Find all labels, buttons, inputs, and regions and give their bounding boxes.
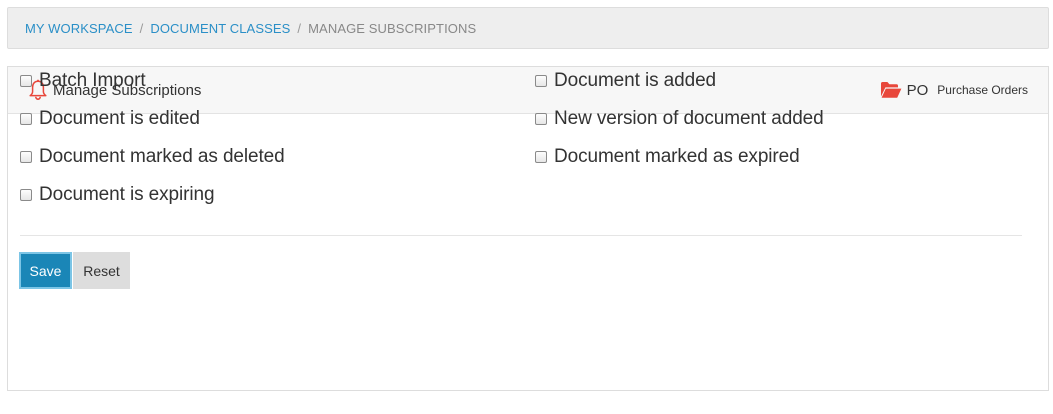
option-batch-import[interactable]: Batch Import	[20, 62, 535, 100]
breadcrumb-my-workspace[interactable]: MY WORKSPACE	[25, 21, 133, 36]
option-label: Document marked as deleted	[39, 146, 285, 167]
option-document-expired[interactable]: Document marked as expired	[535, 138, 1022, 176]
reset-button[interactable]: Reset	[73, 252, 130, 289]
breadcrumb-document-classes[interactable]: DOCUMENT CLASSES	[150, 21, 290, 36]
option-label: Document is added	[554, 70, 717, 91]
option-label: New version of document added	[554, 108, 824, 129]
new-version-added-checkbox[interactable]	[535, 113, 547, 125]
save-button[interactable]: Save	[19, 252, 72, 289]
document-edited-checkbox[interactable]	[20, 113, 32, 125]
option-label: Document is expiring	[39, 184, 215, 205]
batch-import-checkbox[interactable]	[20, 75, 32, 87]
document-expiring-checkbox[interactable]	[20, 189, 32, 201]
breadcrumb-separator: /	[297, 20, 302, 36]
option-label: Document marked as expired	[554, 146, 800, 167]
option-new-version-added[interactable]: New version of document added	[535, 100, 1022, 138]
option-label: Batch Import	[39, 70, 146, 91]
option-document-deleted[interactable]: Document marked as deleted	[20, 138, 535, 176]
form-actions: Save Reset	[19, 252, 130, 289]
subscription-options: Batch Import Document is added Document …	[20, 62, 1022, 214]
breadcrumb: MY WORKSPACE / DOCUMENT CLASSES / MANAGE…	[7, 7, 1049, 49]
form-divider	[20, 235, 1022, 236]
document-deleted-checkbox[interactable]	[20, 151, 32, 163]
option-document-expiring[interactable]: Document is expiring	[20, 176, 535, 214]
option-document-added[interactable]: Document is added	[535, 62, 1022, 100]
document-added-checkbox[interactable]	[535, 75, 547, 87]
document-expired-checkbox[interactable]	[535, 151, 547, 163]
breadcrumb-current: MANAGE SUBSCRIPTIONS	[308, 20, 477, 36]
breadcrumb-separator: /	[139, 20, 144, 36]
option-document-edited[interactable]: Document is edited	[20, 100, 535, 138]
option-label: Document is edited	[39, 108, 200, 129]
